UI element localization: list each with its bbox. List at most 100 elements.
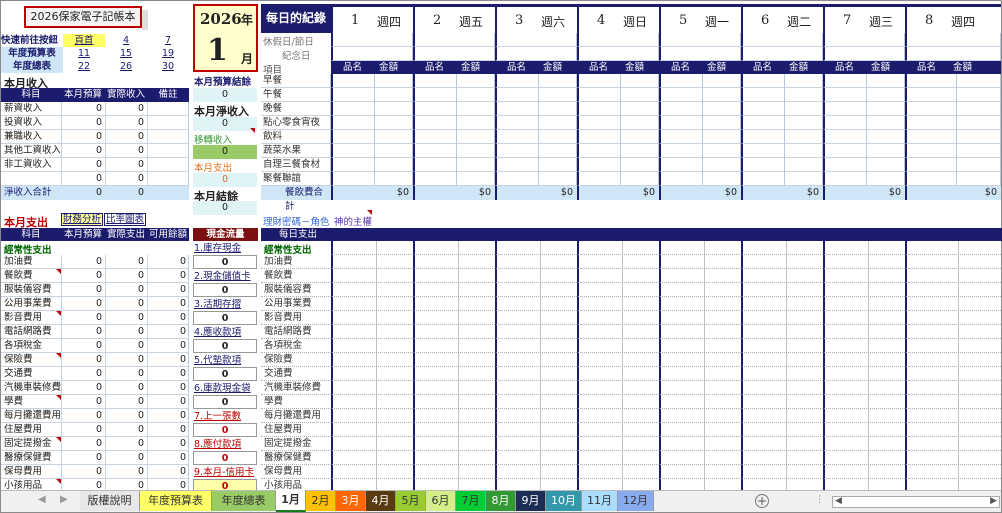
sheet-tab[interactable]: 7月 bbox=[456, 491, 486, 511]
daily-expense-cell[interactable] bbox=[331, 395, 413, 409]
income-row-note[interactable] bbox=[147, 172, 188, 185]
daily-expense-cell[interactable] bbox=[823, 451, 905, 465]
daily-expense-cell[interactable] bbox=[659, 423, 741, 437]
daily-expense-cell[interactable] bbox=[905, 423, 1001, 437]
daily-expense-cell[interactable] bbox=[823, 241, 905, 255]
meal-amount-cell[interactable] bbox=[621, 116, 659, 130]
meal-item-cell[interactable] bbox=[495, 172, 539, 186]
scrollbar-right-arrow-icon[interactable]: ▶ bbox=[990, 496, 997, 506]
meal-amount-cell[interactable] bbox=[785, 144, 823, 158]
meal-item-cell[interactable] bbox=[823, 172, 867, 186]
daily-expense-cell[interactable] bbox=[905, 409, 1001, 423]
daily-expense-cell[interactable] bbox=[413, 241, 495, 255]
quick-nav-row3-link3[interactable]: 30 bbox=[147, 60, 189, 73]
daily-expense-cell[interactable] bbox=[905, 269, 1001, 283]
meal-amount-cell[interactable] bbox=[703, 102, 741, 116]
daily-expense-cell[interactable] bbox=[413, 381, 495, 395]
meal-amount-cell[interactable] bbox=[867, 130, 905, 144]
meal-amount-cell[interactable] bbox=[957, 144, 1001, 158]
daily-expense-cell[interactable] bbox=[741, 353, 823, 367]
daily-expense-cell[interactable] bbox=[741, 297, 823, 311]
daily-expense-cell[interactable] bbox=[413, 325, 495, 339]
meal-item-cell[interactable] bbox=[413, 74, 457, 88]
meal-item-cell[interactable] bbox=[577, 144, 621, 158]
meal-item-cell[interactable] bbox=[577, 88, 621, 102]
daily-expense-cell[interactable] bbox=[741, 255, 823, 269]
cash-flow-label[interactable]: 1.庫存現金 bbox=[194, 242, 258, 255]
cash-flow-label[interactable]: 2.現金儲值卡 bbox=[194, 270, 258, 283]
daily-expense-cell[interactable] bbox=[659, 241, 741, 255]
meal-amount-cell[interactable] bbox=[703, 116, 741, 130]
daily-expense-cell[interactable] bbox=[905, 325, 1001, 339]
daily-expense-cell[interactable] bbox=[577, 311, 659, 325]
meal-amount-cell[interactable] bbox=[785, 116, 823, 130]
meal-amount-cell[interactable] bbox=[621, 88, 659, 102]
sheet-tab[interactable]: 11月 bbox=[582, 491, 618, 511]
scrollbar-left-arrow-icon[interactable]: ◀ bbox=[835, 496, 842, 506]
expense-row-budget[interactable]: 0 bbox=[61, 381, 105, 394]
quick-nav-row2-link2[interactable]: 15 bbox=[105, 47, 147, 60]
daily-expense-cell[interactable] bbox=[823, 437, 905, 451]
meal-amount-cell[interactable] bbox=[703, 130, 741, 144]
daily-expense-cell[interactable] bbox=[495, 311, 577, 325]
holiday-cell[interactable] bbox=[577, 33, 659, 47]
meal-item-cell[interactable] bbox=[659, 172, 703, 186]
daily-expense-cell[interactable] bbox=[413, 255, 495, 269]
sheet-tab[interactable]: 2月 bbox=[306, 491, 336, 511]
meal-amount-cell[interactable] bbox=[457, 130, 495, 144]
cash-flow-label[interactable]: 3.活期存摺 bbox=[194, 298, 258, 311]
daily-expense-cell[interactable] bbox=[331, 283, 413, 297]
meal-amount-cell[interactable] bbox=[957, 172, 1001, 186]
sheet-tab[interactable]: 1月 bbox=[276, 490, 306, 512]
sheet-tab[interactable]: 9月 bbox=[516, 491, 546, 511]
expense-row-budget[interactable]: 0 bbox=[61, 437, 105, 450]
meal-amount-cell[interactable] bbox=[457, 144, 495, 158]
meal-amount-cell[interactable] bbox=[539, 130, 577, 144]
meal-item-cell[interactable] bbox=[413, 130, 457, 144]
income-row-note[interactable] bbox=[147, 116, 188, 129]
daily-expense-cell[interactable] bbox=[495, 241, 577, 255]
daily-expense-cell[interactable] bbox=[905, 451, 1001, 465]
daily-expense-cell[interactable] bbox=[577, 353, 659, 367]
meal-item-cell[interactable] bbox=[659, 102, 703, 116]
meal-item-cell[interactable] bbox=[331, 144, 375, 158]
daily-expense-cell[interactable] bbox=[823, 381, 905, 395]
expense-row-actual[interactable]: 0 bbox=[105, 451, 147, 464]
daily-expense-cell[interactable] bbox=[413, 423, 495, 437]
daily-expense-cell[interactable] bbox=[905, 241, 1001, 255]
meal-amount-cell[interactable] bbox=[703, 158, 741, 172]
meal-item-cell[interactable] bbox=[331, 172, 375, 186]
meal-amount-cell[interactable] bbox=[375, 144, 413, 158]
meal-amount-cell[interactable] bbox=[621, 172, 659, 186]
meal-amount-cell[interactable] bbox=[867, 172, 905, 186]
daily-expense-cell[interactable] bbox=[823, 339, 905, 353]
memorial-cell[interactable] bbox=[577, 47, 659, 61]
daily-expense-cell[interactable] bbox=[741, 241, 823, 255]
meal-item-cell[interactable] bbox=[577, 130, 621, 144]
daily-expense-cell[interactable] bbox=[741, 367, 823, 381]
meal-amount-cell[interactable] bbox=[621, 158, 659, 172]
sheet-tab[interactable]: 版權說明 bbox=[80, 491, 140, 511]
daily-expense-cell[interactable] bbox=[331, 255, 413, 269]
daily-expense-cell[interactable] bbox=[741, 381, 823, 395]
meal-item-cell[interactable] bbox=[577, 74, 621, 88]
memorial-cell[interactable] bbox=[495, 47, 577, 61]
add-sheet-icon[interactable]: + bbox=[755, 494, 769, 508]
meal-item-cell[interactable] bbox=[823, 116, 867, 130]
meal-amount-cell[interactable] bbox=[703, 88, 741, 102]
meal-item-cell[interactable] bbox=[823, 102, 867, 116]
meal-item-cell[interactable] bbox=[331, 116, 375, 130]
expense-row-budget[interactable]: 0 bbox=[61, 409, 105, 422]
meal-item-cell[interactable] bbox=[495, 102, 539, 116]
daily-expense-cell[interactable] bbox=[577, 325, 659, 339]
meal-item-cell[interactable] bbox=[905, 158, 957, 172]
meal-item-cell[interactable] bbox=[659, 158, 703, 172]
expense-row-budget[interactable]: 0 bbox=[61, 451, 105, 464]
meal-amount-cell[interactable] bbox=[375, 88, 413, 102]
income-row-budget[interactable]: 0 bbox=[61, 116, 105, 129]
income-row-budget[interactable]: 0 bbox=[61, 172, 105, 185]
daily-expense-cell[interactable] bbox=[495, 423, 577, 437]
daily-expense-cell[interactable] bbox=[905, 353, 1001, 367]
daily-expense-cell[interactable] bbox=[495, 409, 577, 423]
meal-item-cell[interactable] bbox=[905, 102, 957, 116]
